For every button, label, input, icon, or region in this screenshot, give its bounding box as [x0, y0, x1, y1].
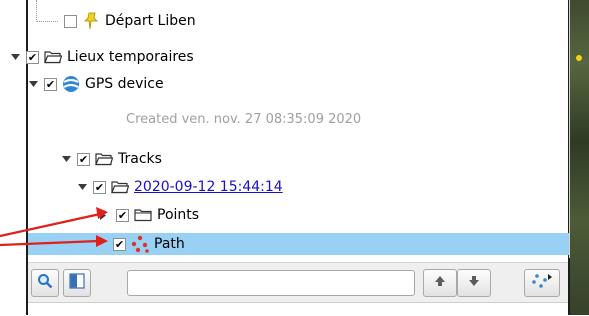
annotation-arrow-path — [0, 239, 100, 247]
arrowhead-icon — [96, 207, 108, 219]
arrowhead-icon — [96, 235, 108, 247]
annotation-arrows — [0, 207, 108, 247]
annotation-arrow-points — [0, 212, 101, 238]
